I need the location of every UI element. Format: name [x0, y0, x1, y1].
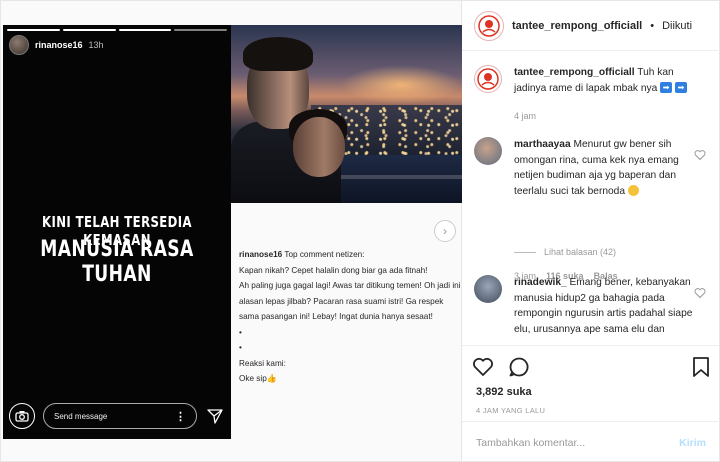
chevron-right-icon: › — [443, 224, 447, 238]
heart-icon[interactable] — [472, 356, 494, 378]
comment-username[interactable]: marthaayaa — [514, 139, 571, 150]
account-logo-icon — [478, 14, 500, 37]
comment-avatar[interactable] — [474, 65, 502, 93]
caption-username[interactable]: rinanose16 — [239, 250, 282, 259]
add-comment-bar: Kirim — [462, 421, 720, 462]
header-username[interactable]: tantee_rempong_officiall — [512, 20, 642, 32]
following-button[interactable]: Diikuti — [662, 20, 692, 32]
comment-icon[interactable] — [508, 356, 530, 378]
send-button[interactable] — [205, 406, 225, 426]
comment-username[interactable]: rinadewik_ — [514, 277, 567, 288]
post-timestamp: 4 JAM YANG LALU — [476, 406, 546, 415]
comment-meta: 4 jam — [514, 111, 536, 121]
comment-time: 4 jam — [514, 111, 537, 121]
comment-avatar[interactable] — [474, 137, 502, 165]
like-count[interactable]: 3,892 suka — [476, 386, 532, 398]
grin-emoji-icon — [627, 185, 639, 197]
send-message-field[interactable]: Send message ⋮ — [43, 403, 197, 429]
comments-list: tantee_rempong_officiall Tuh kan jadinya… — [462, 53, 720, 345]
more-options-icon[interactable]: ⋮ — [175, 410, 186, 423]
post-actions: 3,892 suka 4 JAM YANG LALU — [462, 345, 720, 429]
story-avatar — [9, 35, 29, 55]
story-username: rinanose16 — [35, 40, 83, 50]
story-footer: Send message ⋮ — [3, 401, 231, 431]
comment-text: rinadewik_ Emang bener, kebanyakan manus… — [514, 277, 693, 335]
account-logo-icon — [477, 68, 499, 90]
replies-divider — [514, 251, 536, 253]
comment-text: marthaayaa Menurut gw bener sih omongan … — [514, 139, 679, 197]
view-replies-label: Lihat balasan (42) — [544, 247, 617, 257]
post-media-area: rinanose16 13h KINI TELAH TERSEDIA KEMAS… — [0, 0, 463, 462]
story-progress-bar — [7, 29, 227, 31]
post-caption: rinanose16 Top comment netizen: Kapan ni… — [239, 247, 461, 387]
post-photo — [231, 25, 463, 203]
right-arrow-emoji-icon: ➡ — [674, 82, 687, 94]
view-replies-button[interactable]: Lihat balasan (42) — [514, 247, 616, 257]
camera-icon — [15, 411, 29, 422]
paper-plane-icon — [207, 409, 223, 424]
post-sidebar: tantee_rempong_officiall • Diikuti tante… — [462, 0, 720, 462]
comment-input[interactable] — [476, 436, 666, 449]
account-avatar[interactable] — [474, 10, 504, 41]
camera-button[interactable] — [9, 403, 35, 429]
comment-avatar[interactable] — [474, 275, 502, 303]
send-message-placeholder: Send message — [54, 411, 108, 421]
post-comment-button[interactable]: Kirim — [679, 437, 706, 449]
right-arrow-emoji-icon: ➡ — [660, 82, 673, 94]
story-screenshot: rinanose16 13h KINI TELAH TERSEDIA KEMAS… — [3, 25, 231, 439]
bookmark-icon[interactable] — [692, 356, 710, 378]
heart-icon[interactable] — [694, 149, 706, 161]
story-text-line-2: MANUSIA RASA TUHAN — [40, 237, 194, 287]
heart-icon[interactable] — [694, 287, 706, 299]
header-separator: • — [650, 19, 655, 32]
caption-text: Top comment netizen: Kapan nikah? Cepet … — [239, 250, 461, 383]
next-slide-button[interactable]: › — [434, 220, 456, 242]
post-header: tantee_rempong_officiall • Diikuti — [462, 1, 720, 51]
comment-username[interactable]: tantee_rempong_officiall — [514, 67, 635, 78]
story-header: rinanose16 13h — [9, 35, 104, 55]
comment-text: tantee_rempong_officiall Tuh kan jadinya… — [514, 65, 694, 96]
story-time: 13h — [88, 40, 104, 50]
